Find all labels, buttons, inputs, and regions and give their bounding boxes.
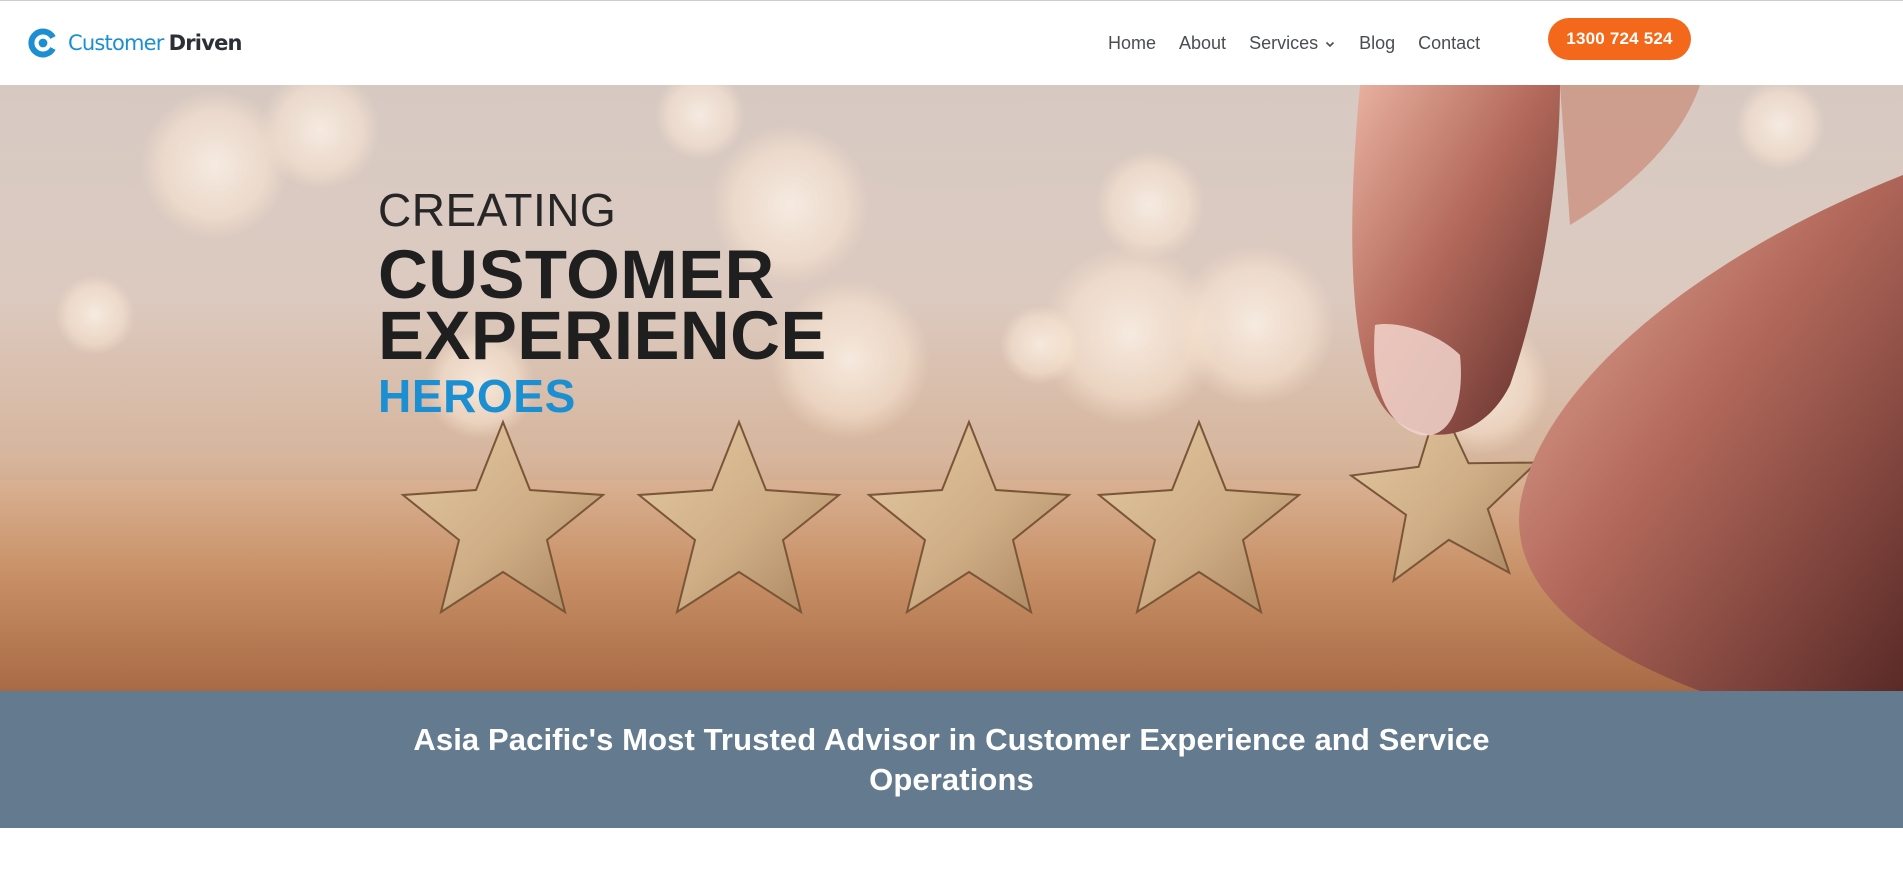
nav-item-services[interactable]: Services bbox=[1249, 33, 1336, 54]
brand-name-part1: Customer bbox=[68, 30, 164, 55]
hero-line-heroes: HEROES bbox=[378, 370, 576, 422]
brand-logo[interactable]: Customer Driven bbox=[28, 26, 242, 60]
hero-line-creating: CREATING bbox=[378, 184, 617, 236]
nav-item-about[interactable]: About bbox=[1179, 33, 1226, 54]
main-nav: Home About Services Blog Contact bbox=[1108, 29, 1480, 57]
brand-logo-icon bbox=[28, 28, 56, 58]
chevron-down-icon bbox=[1326, 41, 1335, 48]
brand-name-part2: Driven bbox=[168, 30, 243, 55]
hero-section: CREATING CUSTOMER EXPERIENCE HEROES bbox=[0, 85, 1903, 691]
brand-wordmark: Customer Driven bbox=[68, 30, 243, 55]
site-header: Customer Driven Home About Services Blog … bbox=[0, 0, 1903, 85]
hero-line-customer: CUSTOMER bbox=[378, 236, 775, 313]
phone-call-button[interactable]: 1300 724 524 bbox=[1548, 18, 1691, 60]
hero-background-image bbox=[0, 85, 1903, 691]
banner-title: Asia Pacific's Most Trusted Advisor in C… bbox=[413, 721, 1490, 797]
nav-item-home[interactable]: Home bbox=[1108, 33, 1156, 54]
nav-item-services-label: Services bbox=[1249, 32, 1319, 53]
bokeh-lights bbox=[55, 85, 1825, 455]
tagline-banner: Asia Pacific's Most Trusted Advisor in C… bbox=[0, 691, 1903, 828]
hero-line-experience: EXPERIENCE bbox=[378, 297, 827, 374]
hero-headline: CREATING CUSTOMER EXPERIENCE HEROES bbox=[378, 184, 827, 424]
nav-item-blog[interactable]: Blog bbox=[1359, 33, 1395, 54]
nav-item-contact[interactable]: Contact bbox=[1418, 33, 1480, 54]
